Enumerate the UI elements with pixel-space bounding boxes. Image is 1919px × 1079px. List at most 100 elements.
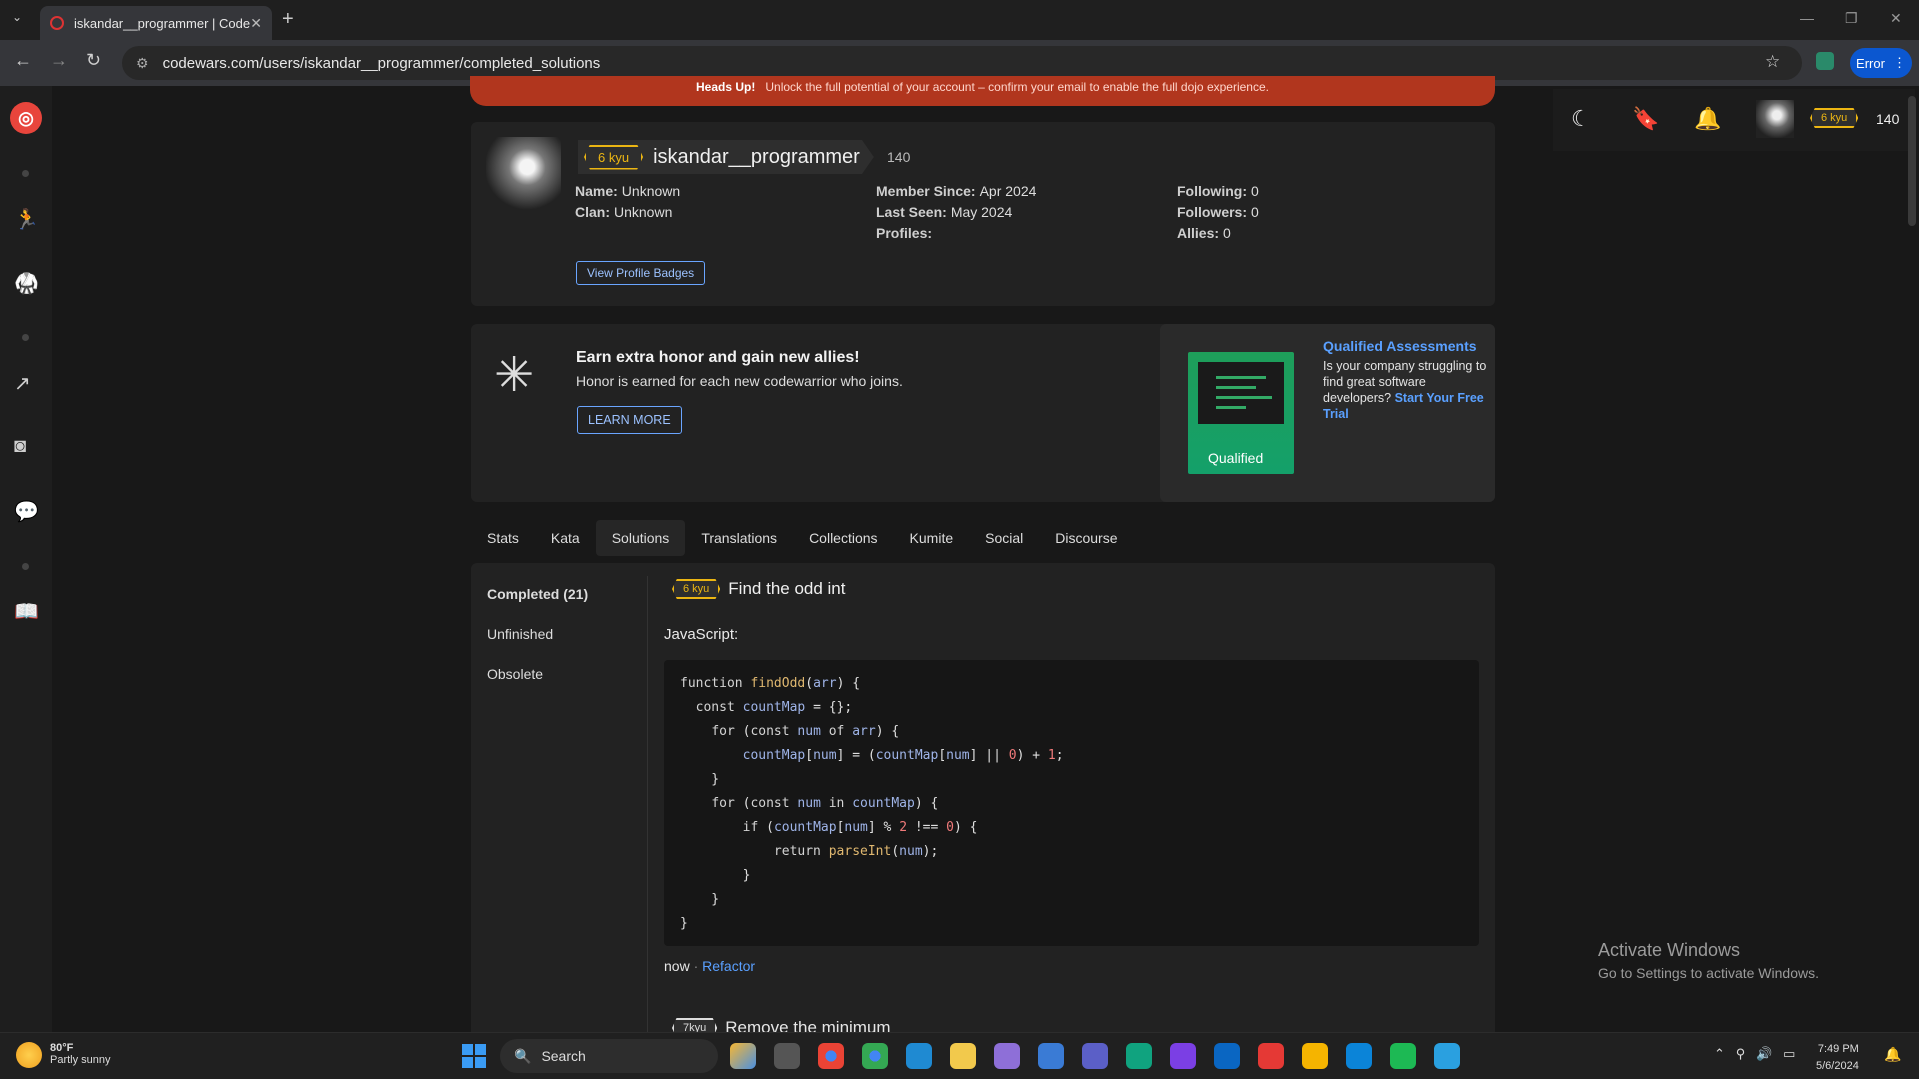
system-tray[interactable]: ⌃ ⚲ 🔊 ▭ (1714, 1046, 1795, 1062)
extension-icon[interactable] (1816, 52, 1834, 70)
name-label: Name: (575, 183, 618, 199)
notifications-bell-icon[interactable]: 🔔 (1694, 106, 1721, 132)
kata-header: 6 kyu Find the odd int (672, 579, 846, 599)
watermark-line-1: Activate Windows (1598, 940, 1741, 960)
weather-desc: Partly sunny (50, 1054, 111, 1066)
app-grid-icon[interactable] (1170, 1043, 1196, 1069)
tab-kata[interactable]: Kata (535, 520, 596, 556)
meta-separator: · (693, 958, 699, 974)
spotify-icon[interactable] (1390, 1043, 1416, 1069)
tab-list-chevron-icon[interactable]: ⌄ (12, 10, 22, 24)
telegram-icon[interactable] (1434, 1043, 1460, 1069)
honor-points: 140 (887, 149, 911, 165)
user-toolbar (1553, 89, 1915, 151)
new-tab-icon[interactable]: + (282, 8, 294, 31)
training-icon[interactable]: 🏃 (14, 207, 39, 232)
tab-translations[interactable]: Translations (685, 520, 793, 556)
edge-icon[interactable] (1346, 1043, 1372, 1069)
qualified-title-link[interactable]: Qualified Assessments (1323, 338, 1477, 354)
linkedin-icon[interactable] (1214, 1043, 1240, 1069)
subnav-unfinished[interactable]: Unfinished (487, 626, 588, 666)
member-since-value: Apr 2024 (979, 183, 1037, 199)
username: iskandar__programmer (653, 145, 860, 168)
address-bar[interactable]: ⚙ codewars.com/users/iskandar__programme… (122, 46, 1802, 80)
close-tab-icon[interactable]: ✕ (250, 15, 262, 32)
watermark-line-2: Go to Settings to activate Windows. (1598, 965, 1819, 981)
bookmarks-icon[interactable]: 🔖 (1632, 106, 1659, 132)
search-icon: 🔍 (514, 1047, 532, 1064)
kata-title-link[interactable]: Find the odd int (728, 579, 845, 599)
teams-icon[interactable] (1082, 1043, 1108, 1069)
following-value[interactable]: 0 (1251, 183, 1259, 199)
profile-avatar (486, 137, 561, 212)
chatgpt-icon[interactable] (1126, 1043, 1152, 1069)
profile-col-1: Name: Unknown Clan: Unknown (575, 181, 680, 223)
qualified-screenshot-image[interactable]: Qualified (1188, 352, 1294, 474)
user-rank-header: 6 kyu iskandar__programmer (578, 140, 874, 174)
reload-icon[interactable]: ↻ (86, 50, 101, 71)
clock-time: 7:49 PM (1817, 1043, 1859, 1055)
copilot-icon[interactable] (730, 1043, 756, 1069)
subnav-divider (647, 576, 648, 1036)
start-windows-icon[interactable] (462, 1044, 486, 1068)
taskbar-clock[interactable]: 7:49 PM 5/6/2024 (1816, 1041, 1859, 1075)
error-label: Error (1856, 55, 1885, 71)
chrome-icon[interactable] (818, 1043, 844, 1069)
taskbar-search[interactable]: 🔍 Search (500, 1039, 718, 1073)
dark-mode-moon-icon[interactable]: ☾ (1571, 106, 1591, 132)
tab-social[interactable]: Social (969, 520, 1039, 556)
tab-stats[interactable]: Stats (471, 520, 535, 556)
user-avatar[interactable] (1756, 100, 1794, 138)
back-icon[interactable]: ← (14, 50, 32, 71)
banner-label: Heads Up! (696, 80, 756, 94)
leaderboard-trend-icon[interactable]: ↗ (14, 371, 31, 396)
menu-kebab-icon[interactable]: ⋮ (1893, 55, 1906, 71)
docs-book-icon[interactable]: 📖 (14, 599, 39, 624)
profile-col-2: Member Since: Apr 2024 Last Seen: May 2024… (876, 181, 1036, 244)
tab-kumite[interactable]: Kumite (894, 520, 970, 556)
page-scrollbar[interactable] (1908, 96, 1916, 226)
chrome-active-icon[interactable] (862, 1043, 888, 1069)
browser-tab[interactable]: iskandar__programmer | Codew ✕ (40, 6, 272, 40)
task-view-icon[interactable] (774, 1043, 800, 1069)
practice-icon[interactable]: 🥋 (14, 271, 39, 296)
forward-icon[interactable]: → (50, 50, 68, 71)
pen-app-icon[interactable] (994, 1043, 1020, 1069)
allies-value[interactable]: 0 (1223, 225, 1231, 241)
tab-solutions[interactable]: Solutions (595, 520, 686, 556)
tab-collections[interactable]: Collections (793, 520, 893, 556)
codewars-logo-icon[interactable]: ◎ (10, 102, 42, 134)
restore-icon[interactable]: ❐ (1845, 10, 1858, 27)
triangle-app-icon[interactable] (1302, 1043, 1328, 1069)
activate-windows-watermark: Activate Windows Go to Settings to activ… (1598, 940, 1819, 981)
site-info-icon[interactable]: ⚙ (136, 55, 149, 72)
followers-label: Followers: (1177, 204, 1248, 220)
minimize-icon[interactable]: — (1800, 10, 1814, 26)
discussions-icon[interactable]: 💬 (14, 499, 39, 524)
topbar-rank-badge: 6 kyu (1810, 108, 1859, 128)
window-close-icon[interactable]: ✕ (1890, 10, 1902, 27)
tab-discourse[interactable]: Discourse (1039, 520, 1133, 556)
profile-error-button[interactable]: Error ⋮ (1850, 48, 1912, 78)
learn-more-button[interactable]: LEARN MORE (577, 406, 682, 434)
promo-text: Honor is earned for each new codewarrior… (576, 373, 903, 389)
weather-widget[interactable]: 80°F Partly sunny (16, 1042, 111, 1068)
bookmark-star-icon[interactable]: ☆ (1765, 52, 1780, 72)
discord-icon[interactable]: ◙ (14, 435, 26, 458)
subnav-completed[interactable]: Completed (21) (487, 586, 588, 626)
office-icon[interactable] (1258, 1043, 1284, 1069)
vscode-icon[interactable] (906, 1043, 932, 1069)
topbar-honor: 140 (1876, 111, 1900, 127)
weather-temp: 80°F (50, 1042, 74, 1054)
notification-center-icon[interactable]: 🔔 (1884, 1046, 1901, 1063)
subnav-obsolete[interactable]: Obsolete (487, 666, 588, 706)
refactor-link[interactable]: Refactor (702, 958, 755, 974)
file-explorer-icon[interactable] (950, 1043, 976, 1069)
promo-title: Earn extra honor and gain new allies! (576, 349, 860, 366)
codewars-favicon-icon (50, 16, 64, 30)
view-profile-badges-button[interactable]: View Profile Badges (576, 261, 706, 285)
member-since-label: Member Since: (876, 183, 976, 199)
followers-value[interactable]: 0 (1251, 204, 1259, 220)
store-icon[interactable] (1038, 1043, 1064, 1069)
rank-badge: 6 kyu (584, 144, 644, 170)
